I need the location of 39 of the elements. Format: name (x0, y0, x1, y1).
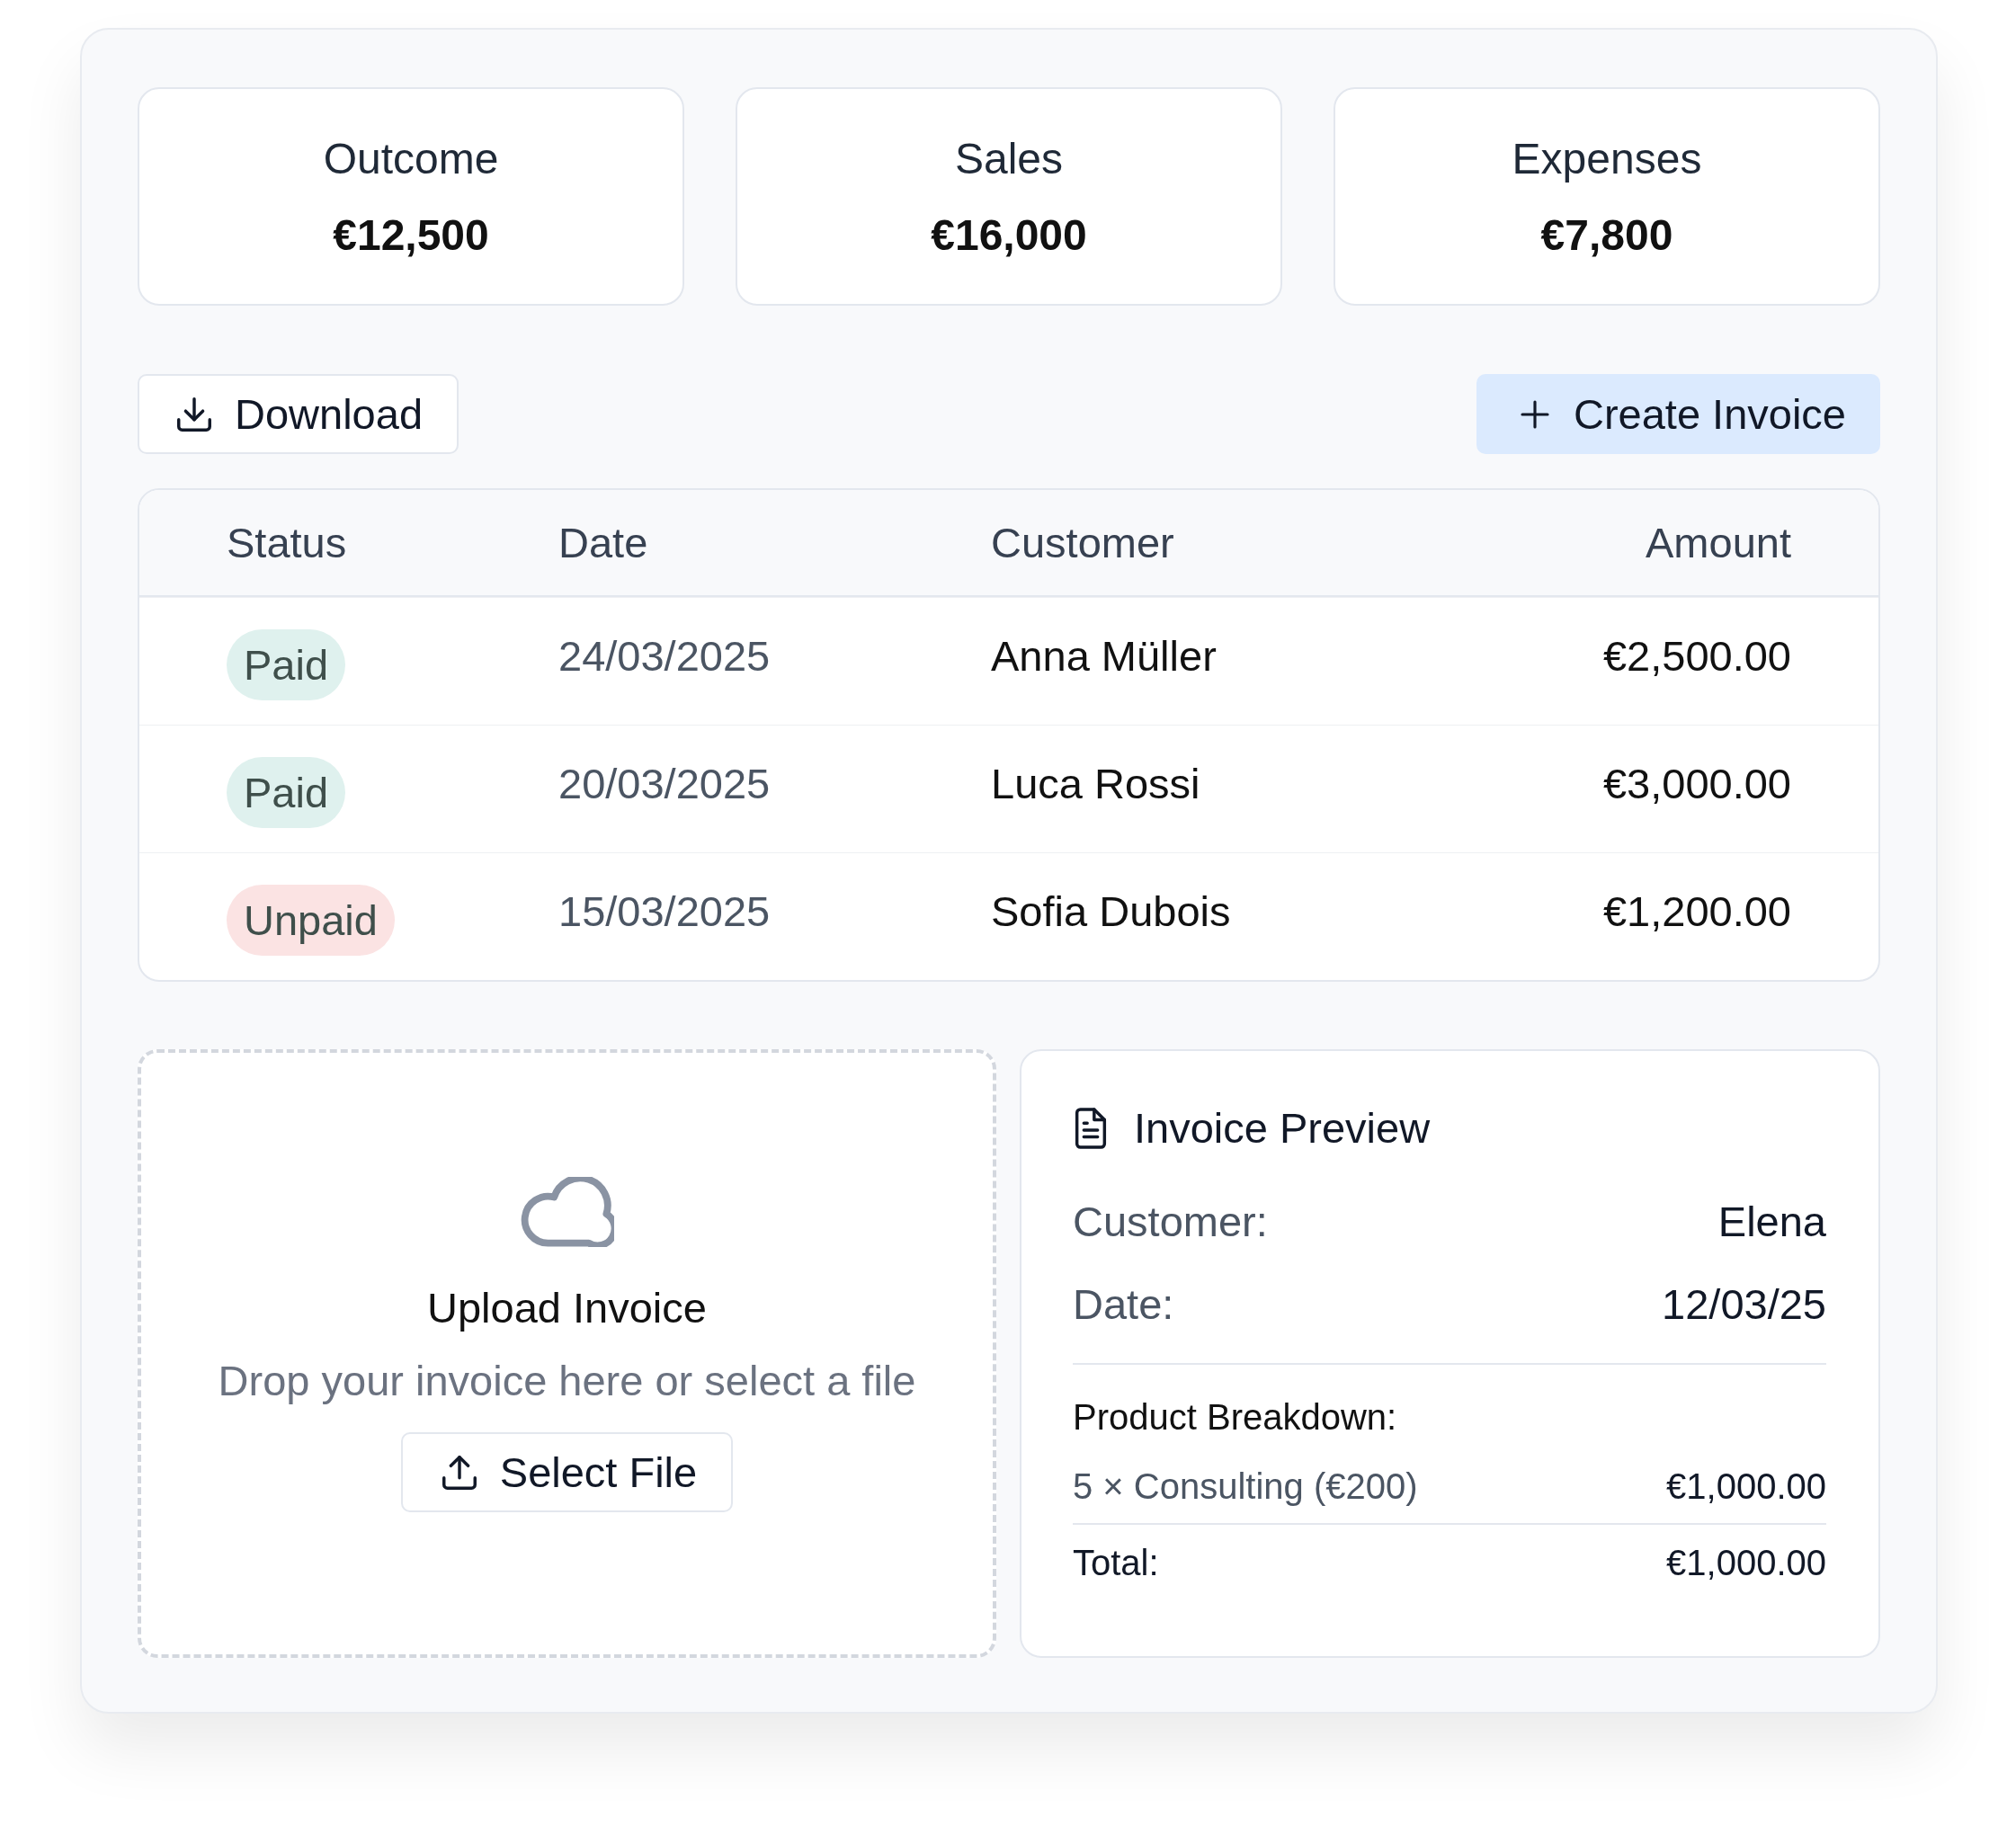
stat-label: Outcome (323, 133, 499, 183)
stat-value: €7,800 (1540, 209, 1673, 260)
preview-title: Invoice Preview (1134, 1103, 1431, 1153)
field-value: Elena (1717, 1196, 1826, 1246)
total-amount: €1,000.00 (1666, 1543, 1826, 1583)
total-label: Total: (1073, 1543, 1159, 1583)
select-file-button[interactable]: Select File (400, 1432, 734, 1512)
status-badge: Paid (227, 629, 346, 700)
line-amount: €1,000.00 (1666, 1466, 1826, 1507)
date-cell-text: 20/03/2025 (558, 759, 772, 808)
stat-value: €12,500 (333, 209, 489, 260)
document-icon (1073, 1107, 1109, 1149)
column-header: Customer (991, 518, 1175, 567)
create-invoice-button[interactable]: Create Invoice (1476, 374, 1880, 454)
date-cell-text: 15/03/2025 (558, 886, 772, 936)
status-badge: Unpaid (227, 885, 395, 956)
stat-value: €16,000 (931, 209, 1087, 260)
date-cell-text: 24/03/2025 (558, 631, 772, 681)
column-header: Amount (1646, 518, 1791, 567)
column-header: Date (558, 518, 649, 567)
column-header: Status (227, 518, 348, 567)
field-label: Date: (1073, 1278, 1174, 1329)
field-value: 12/03/25 (1662, 1278, 1826, 1329)
customer-cell-text: Luca Rossi (991, 759, 1201, 808)
customer-cell-text: Sofia Dubois (991, 886, 1232, 936)
stat-label: Expenses (1512, 133, 1702, 183)
amount-cell: €3,000.00 (1602, 759, 1791, 808)
stat-label: Sales (954, 133, 1064, 183)
cloud-icon (520, 1177, 614, 1247)
status-badge: Paid (227, 757, 346, 828)
field-label: Customer: (1073, 1196, 1268, 1246)
breakdown-title: Product Breakdown: (1073, 1397, 1398, 1438)
amount-cell: €2,500.00 (1602, 631, 1791, 681)
line-item: 5 × Consulting (€200) (1073, 1466, 1418, 1507)
customer-cell-text: Anna Müller (991, 631, 1218, 681)
download-button[interactable]: Download (138, 374, 459, 454)
upload-title: Upload Invoice (427, 1283, 707, 1332)
upload-hint: Drop your invoice here or select a file (218, 1356, 916, 1405)
amount-cell: €1,200.00 (1602, 886, 1791, 936)
